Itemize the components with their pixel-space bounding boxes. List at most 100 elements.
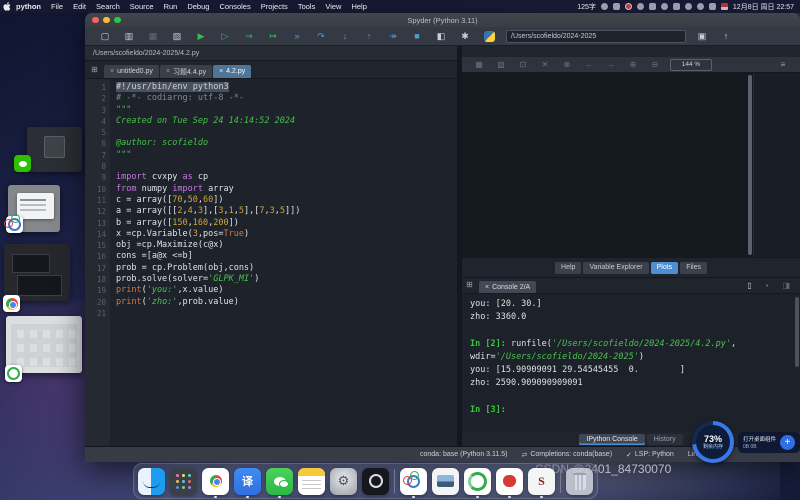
step-over-icon[interactable]: ↷ bbox=[309, 28, 333, 45]
browse-tabs-icon[interactable]: ⊞ bbox=[463, 279, 476, 291]
search-icon[interactable] bbox=[697, 3, 704, 10]
notes-dock-icon[interactable] bbox=[298, 468, 325, 495]
run-cell-advance-icon[interactable]: ⇒ bbox=[237, 28, 261, 45]
translate-dock-icon[interactable]: 译 bbox=[234, 468, 261, 495]
stop-debug-icon[interactable]: ■ bbox=[405, 28, 429, 45]
close-tab-icon[interactable]: × bbox=[485, 284, 489, 291]
menu-run[interactable]: Run bbox=[159, 2, 183, 11]
wifi-icon[interactable] bbox=[685, 3, 692, 10]
window-titlebar[interactable]: Spyder (Python 3.11) bbox=[85, 13, 800, 27]
plot-remove-icon[interactable]: ✕ bbox=[534, 58, 556, 72]
close-tab-icon[interactable]: × bbox=[110, 68, 114, 75]
menu-tools[interactable]: Tools bbox=[293, 2, 321, 11]
tab-untitled0[interactable]: × untitled0.py bbox=[104, 65, 159, 78]
console-scrollbar[interactable] bbox=[795, 297, 799, 367]
tab-help[interactable]: Help bbox=[555, 262, 581, 274]
apple-menu-icon[interactable] bbox=[0, 2, 14, 11]
input-source-icon[interactable] bbox=[721, 3, 728, 10]
run-cell-icon[interactable]: ▷ bbox=[213, 28, 237, 45]
bluetooth-icon[interactable] bbox=[661, 3, 668, 10]
rings-app-dock-icon[interactable] bbox=[400, 468, 427, 495]
utility-app-dock-icon[interactable] bbox=[362, 468, 389, 495]
desktop-widget-panel[interactable]: 打开桌面组件 0B 0B + bbox=[738, 432, 800, 453]
browse-directory-icon[interactable]: ▣ bbox=[690, 28, 714, 45]
tab-files[interactable]: Files bbox=[680, 262, 707, 274]
battery-icon[interactable] bbox=[673, 3, 680, 10]
console-options-icon[interactable]: ◨ bbox=[782, 281, 790, 290]
completions-status[interactable]: ⇄ Completions: conda(base) bbox=[521, 451, 612, 459]
memory-gauge[interactable]: 73% 剩余内存 bbox=[692, 421, 734, 463]
next-plot-icon[interactable]: → bbox=[600, 58, 622, 72]
menu-source[interactable]: Source bbox=[125, 2, 159, 11]
tab-plots[interactable]: Plots bbox=[651, 262, 679, 274]
plot-save-icon[interactable]: ▦ bbox=[468, 58, 490, 72]
layout-panes-icon[interactable]: ◧ bbox=[429, 28, 453, 45]
menu-edit[interactable]: Edit bbox=[68, 2, 91, 11]
save-file-icon[interactable]: ▦ bbox=[141, 28, 165, 45]
browse-tabs-icon[interactable]: ⊞ bbox=[88, 64, 101, 76]
code-editor[interactable]: 123456789101112131415161718192021 #!/usr… bbox=[85, 79, 457, 447]
tab-variable-explorer[interactable]: Variable Explorer bbox=[583, 262, 648, 274]
save-all-icon[interactable]: ▧ bbox=[165, 28, 189, 45]
red-apple-app-dock-icon[interactable] bbox=[496, 468, 523, 495]
chrome-dock-icon[interactable] bbox=[202, 468, 229, 495]
continue-execution-icon[interactable]: ↠ bbox=[381, 28, 405, 45]
record-status-icon[interactable] bbox=[625, 3, 632, 10]
plots-options-menu-icon[interactable]: ≡ bbox=[772, 58, 794, 72]
working-directory-selector[interactable]: /Users/scofieldo/2024-2025 bbox=[506, 30, 686, 43]
plots-thumbnail-strip[interactable] bbox=[753, 73, 800, 257]
breadcrumb[interactable]: /Users/scofieldo/2024-2025/4.2.py bbox=[85, 50, 199, 57]
close-tab-icon[interactable]: × bbox=[166, 68, 170, 75]
step-into-icon[interactable]: ↓ bbox=[333, 28, 357, 45]
step-out-icon[interactable]: ↑ bbox=[357, 28, 381, 45]
add-widget-button[interactable]: + bbox=[780, 435, 795, 450]
run-selection-icon[interactable]: ↦ bbox=[261, 28, 285, 45]
zoom-out-icon[interactable]: ⊖ bbox=[644, 58, 666, 72]
active-app-name[interactable]: python bbox=[16, 2, 41, 11]
new-file-icon[interactable]: ▢ bbox=[93, 28, 117, 45]
plot-remove-all-icon[interactable]: ⊗ bbox=[556, 58, 578, 72]
emoji-status-icon[interactable] bbox=[601, 3, 608, 10]
green-ring-app-dock-icon[interactable] bbox=[464, 468, 491, 495]
menu-debug[interactable]: Debug bbox=[182, 2, 214, 11]
spyder-dock-icon[interactable]: S bbox=[528, 468, 555, 495]
tab-ipython-console[interactable]: IPython Console bbox=[579, 434, 644, 445]
menubar-clock[interactable]: 12月8日 周日 22:57 bbox=[733, 2, 794, 12]
launchpad-dock-icon[interactable] bbox=[170, 468, 197, 495]
shapes-status-icon[interactable] bbox=[637, 3, 644, 10]
console-environment-icon[interactable]: ▯ bbox=[747, 281, 751, 290]
trash-dock-icon[interactable] bbox=[566, 468, 593, 495]
minimized-window-ide[interactable] bbox=[4, 244, 70, 301]
lsp-status[interactable]: ✓ LSP: Python bbox=[626, 451, 674, 459]
python-env-icon[interactable] bbox=[484, 31, 495, 42]
tab-history[interactable]: History bbox=[647, 434, 683, 445]
tab-4-2-py[interactable]: × 4.2.py bbox=[213, 65, 251, 78]
menu-search[interactable]: Search bbox=[91, 2, 125, 11]
parent-directory-icon[interactable]: ↑ bbox=[714, 28, 738, 45]
menu-help[interactable]: Help bbox=[346, 2, 371, 11]
mic-status-icon[interactable] bbox=[613, 3, 620, 10]
editor-code[interactable]: #!/usr/bin/env python3# -*- codiarng: ut… bbox=[110, 79, 457, 447]
open-file-icon[interactable]: ▥ bbox=[117, 28, 141, 45]
tab-xiti44[interactable]: × 习题4.4.py bbox=[160, 65, 212, 78]
window-manager-icon[interactable] bbox=[649, 3, 656, 10]
debug-file-icon[interactable]: » bbox=[285, 28, 309, 45]
minimized-window-wechat[interactable] bbox=[27, 127, 82, 172]
system-settings-dock-icon[interactable]: ⚙ bbox=[330, 468, 357, 495]
console-output[interactable]: you: [20. 30.]zho: 3360.0 In [2]: runfil… bbox=[462, 294, 800, 432]
console-status-icon[interactable]: ▪ bbox=[766, 281, 769, 290]
menu-view[interactable]: View bbox=[320, 2, 346, 11]
display-icon[interactable] bbox=[709, 3, 716, 10]
plot-copy-icon[interactable]: ⊡ bbox=[512, 58, 534, 72]
wechat-dock-icon[interactable] bbox=[266, 468, 293, 495]
plots-zoom-level[interactable]: 144 % bbox=[670, 59, 712, 71]
menu-consoles[interactable]: Consoles bbox=[214, 2, 255, 11]
console-tab[interactable]: × Console 2/A bbox=[479, 281, 536, 293]
preview-app-dock-icon[interactable] bbox=[432, 468, 459, 495]
previous-plot-icon[interactable]: ← bbox=[578, 58, 600, 72]
menu-projects[interactable]: Projects bbox=[256, 2, 293, 11]
zoom-in-icon[interactable]: ⊕ bbox=[622, 58, 644, 72]
plot-save-all-icon[interactable]: ▧ bbox=[490, 58, 512, 72]
finder-dock-icon[interactable] bbox=[138, 468, 165, 495]
close-tab-icon[interactable]: × bbox=[219, 68, 223, 75]
